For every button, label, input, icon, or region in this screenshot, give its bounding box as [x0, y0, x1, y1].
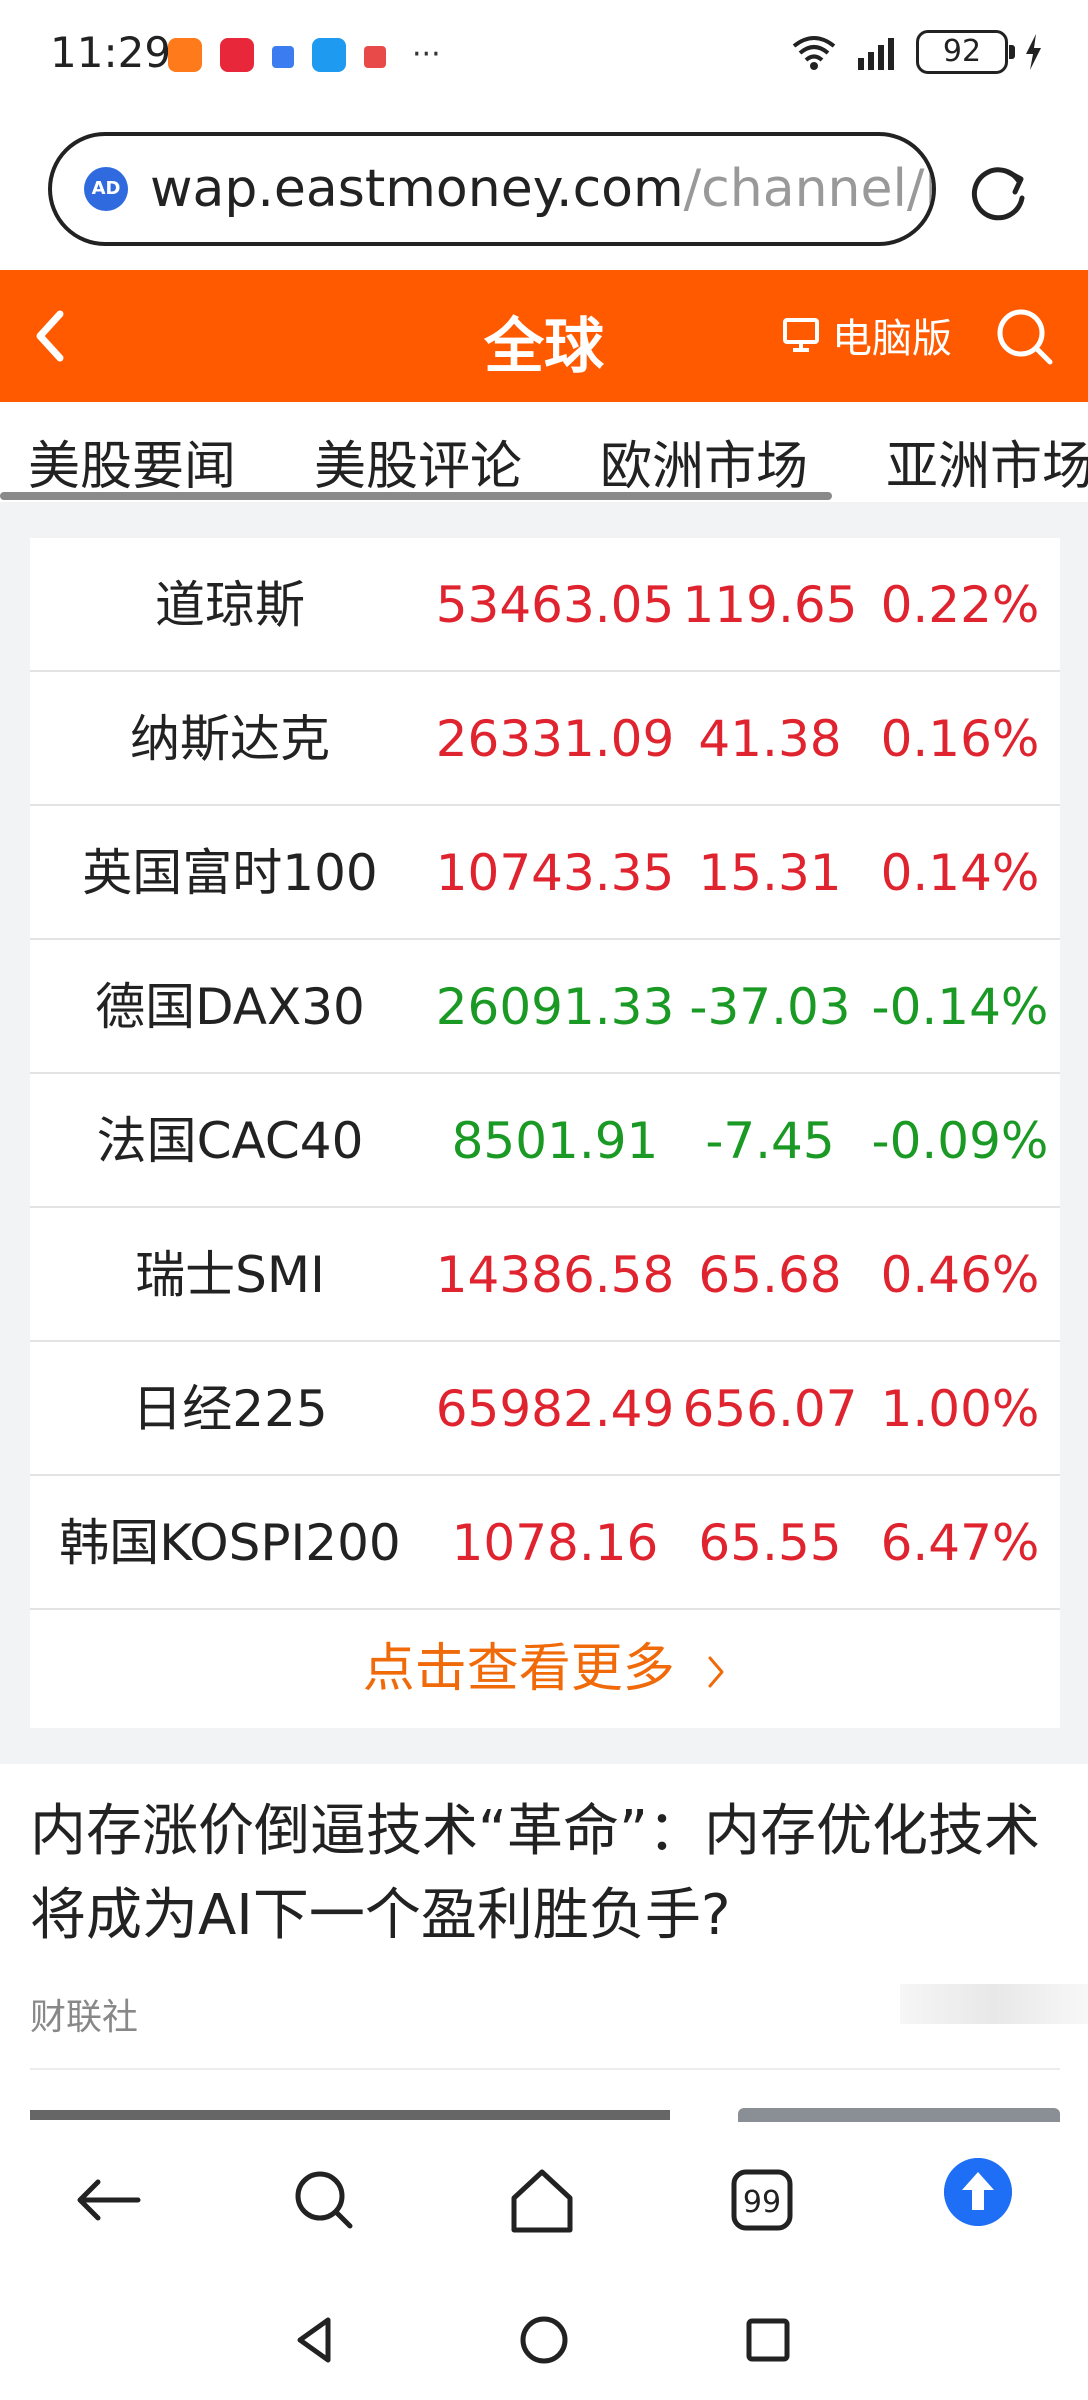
index-price: 53463.05 [435, 576, 675, 634]
market-index-table: 道琼斯 53463.05 119.65 0.22% 纳斯达克 26331.09 … [30, 538, 1060, 1728]
index-price: 1078.16 [451, 1514, 659, 1572]
system-nav-bar [0, 2282, 1088, 2400]
news-item-partial[interactable] [30, 2108, 1060, 2122]
tab-europe-market[interactable]: 欧洲市场 [600, 424, 808, 499]
index-price: 65982.49 [435, 1380, 675, 1438]
home-icon[interactable] [502, 2160, 582, 2240]
status-time: 11:29 [50, 28, 172, 77]
index-row[interactable]: 道琼斯 53463.05 119.65 0.22% [30, 538, 1060, 672]
index-change: 15.31 [698, 844, 842, 902]
notification-icons: ··· [168, 38, 441, 72]
index-price: 14386.58 [435, 1246, 675, 1304]
index-percent: 1.00% [880, 1380, 1040, 1438]
view-more-label: 点击查看更多 [362, 1639, 675, 1699]
tab-us-news[interactable]: 美股要闻 [28, 424, 236, 499]
status-bar: 11:29 ··· 92 [0, 0, 1088, 110]
news-divider [30, 2068, 1060, 2070]
index-change: 41.38 [698, 710, 842, 768]
search-icon[interactable] [284, 2160, 364, 2240]
url-text: wap.eastmoney.com/channel/lis [150, 159, 932, 219]
url-host: wap.eastmoney.com [150, 159, 684, 219]
index-price: 26331.09 [435, 710, 675, 768]
index-percent: 0.46% [880, 1246, 1040, 1304]
index-name: 韩国KOSPI200 [59, 1514, 401, 1572]
index-row[interactable]: 纳斯达克 26331.09 41.38 0.16% [30, 672, 1060, 806]
index-name: 道琼斯 [155, 576, 305, 634]
index-name: 英国富时100 [82, 844, 378, 902]
tabs-count-icon[interactable]: 99 [722, 2160, 802, 2240]
nav-recents-icon[interactable] [738, 2310, 798, 2370]
page: 11:29 ··· 92 AD wap.eastmoney.com/channe… [0, 0, 1088, 2400]
index-percent: 0.22% [880, 576, 1040, 634]
nav-home-icon[interactable] [514, 2310, 574, 2370]
index-name: 瑞士SMI [135, 1246, 325, 1304]
monitor-icon [783, 318, 819, 352]
browser-toolbar: 99 [0, 2122, 1088, 2282]
index-percent: 6.47% [880, 1514, 1040, 1572]
index-row[interactable]: 日经225 65982.49 656.07 1.00% [30, 1342, 1060, 1476]
desktop-version-label: 电脑版 [832, 316, 952, 362]
index-change: 65.68 [698, 1246, 842, 1304]
news-title-partial [30, 2110, 670, 2120]
battery-indicator: 92 [916, 30, 1015, 74]
index-name: 德国DAX30 [95, 978, 365, 1036]
index-change: 65.55 [698, 1514, 842, 1572]
ad-block-icon[interactable]: AD [84, 167, 128, 211]
svg-text:99: 99 [743, 2185, 781, 2220]
app-notification-icon [168, 38, 202, 72]
news-item[interactable]: 内存涨价倒逼技术“革命”：内存优化技术将成为AI下一个盈利胜负手? 财联社 [30, 1790, 1088, 2038]
scroll-to-top-icon[interactable] [944, 2158, 1012, 2226]
news-thumbnail-partial [738, 2108, 1060, 2122]
search-app-icon [312, 38, 346, 72]
index-change: -37.03 [689, 978, 851, 1036]
index-name: 纳斯达克 [130, 710, 330, 768]
reload-icon[interactable] [966, 158, 1032, 224]
news-source: 财联社 [30, 1997, 139, 2038]
tab-scroll-indicator [0, 492, 832, 500]
chevron-right-icon [708, 1656, 724, 1688]
index-change: -7.45 [705, 1112, 835, 1170]
index-change: 656.07 [682, 1380, 858, 1438]
tab-us-commentary[interactable]: 美股评论 [314, 424, 522, 499]
channel-tabs: 美股要闻 美股评论 欧洲市场 亚洲市场 [0, 402, 1088, 502]
nav-back-icon[interactable] [286, 2310, 346, 2370]
index-price: 8501.91 [451, 1112, 659, 1170]
more-notifications-icon: ··· [412, 37, 441, 72]
tab-asia-market[interactable]: 亚洲市场 [886, 424, 1088, 499]
calendar-icon [272, 46, 294, 68]
news-thumbnail [900, 1984, 1088, 2024]
url-bar[interactable]: AD wap.eastmoney.com/channel/lis [48, 132, 936, 246]
news-title[interactable]: 内存涨价倒逼技术“革命”：内存优化技术将成为AI下一个盈利胜负手? [30, 1790, 1060, 1958]
index-name: 日经225 [132, 1380, 328, 1438]
index-row[interactable]: 瑞士SMI 14386.58 65.68 0.46% [30, 1208, 1060, 1342]
app-notification-icon [220, 38, 254, 72]
app-notification-icon [364, 46, 386, 68]
index-percent: -0.14% [871, 978, 1049, 1036]
index-row[interactable]: 韩国KOSPI200 1078.16 65.55 6.47% [30, 1476, 1060, 1610]
index-change: 119.65 [682, 576, 858, 634]
search-icon[interactable] [994, 306, 1056, 368]
index-row[interactable]: 德国DAX30 26091.33 -37.03 -0.14% [30, 940, 1060, 1074]
view-more-link[interactable]: 点击查看更多 [30, 1610, 1060, 1728]
system-icons: 92 [790, 30, 1044, 74]
signal-icon [858, 38, 894, 70]
wifi-icon [792, 36, 836, 70]
charging-icon [1026, 34, 1041, 70]
page-header: 全球 电脑版 [0, 270, 1088, 402]
market-section: 道琼斯 53463.05 119.65 0.22% 纳斯达克 26331.09 … [0, 502, 1088, 1764]
url-path: /channel/lis [683, 159, 932, 219]
index-percent: 0.16% [880, 710, 1040, 768]
back-arrow-icon[interactable] [68, 2160, 148, 2240]
index-row[interactable]: 英国富时100 10743.35 15.31 0.14% [30, 806, 1060, 940]
index-percent: -0.09% [871, 1112, 1049, 1170]
index-price: 26091.33 [435, 978, 675, 1036]
index-name: 法国CAC40 [96, 1112, 364, 1170]
index-row[interactable]: 法国CAC40 8501.91 -7.45 -0.09% [30, 1074, 1060, 1208]
desktop-version-link[interactable]: 电脑版 [782, 306, 952, 364]
index-percent: 0.14% [880, 844, 1040, 902]
index-price: 10743.35 [435, 844, 675, 902]
